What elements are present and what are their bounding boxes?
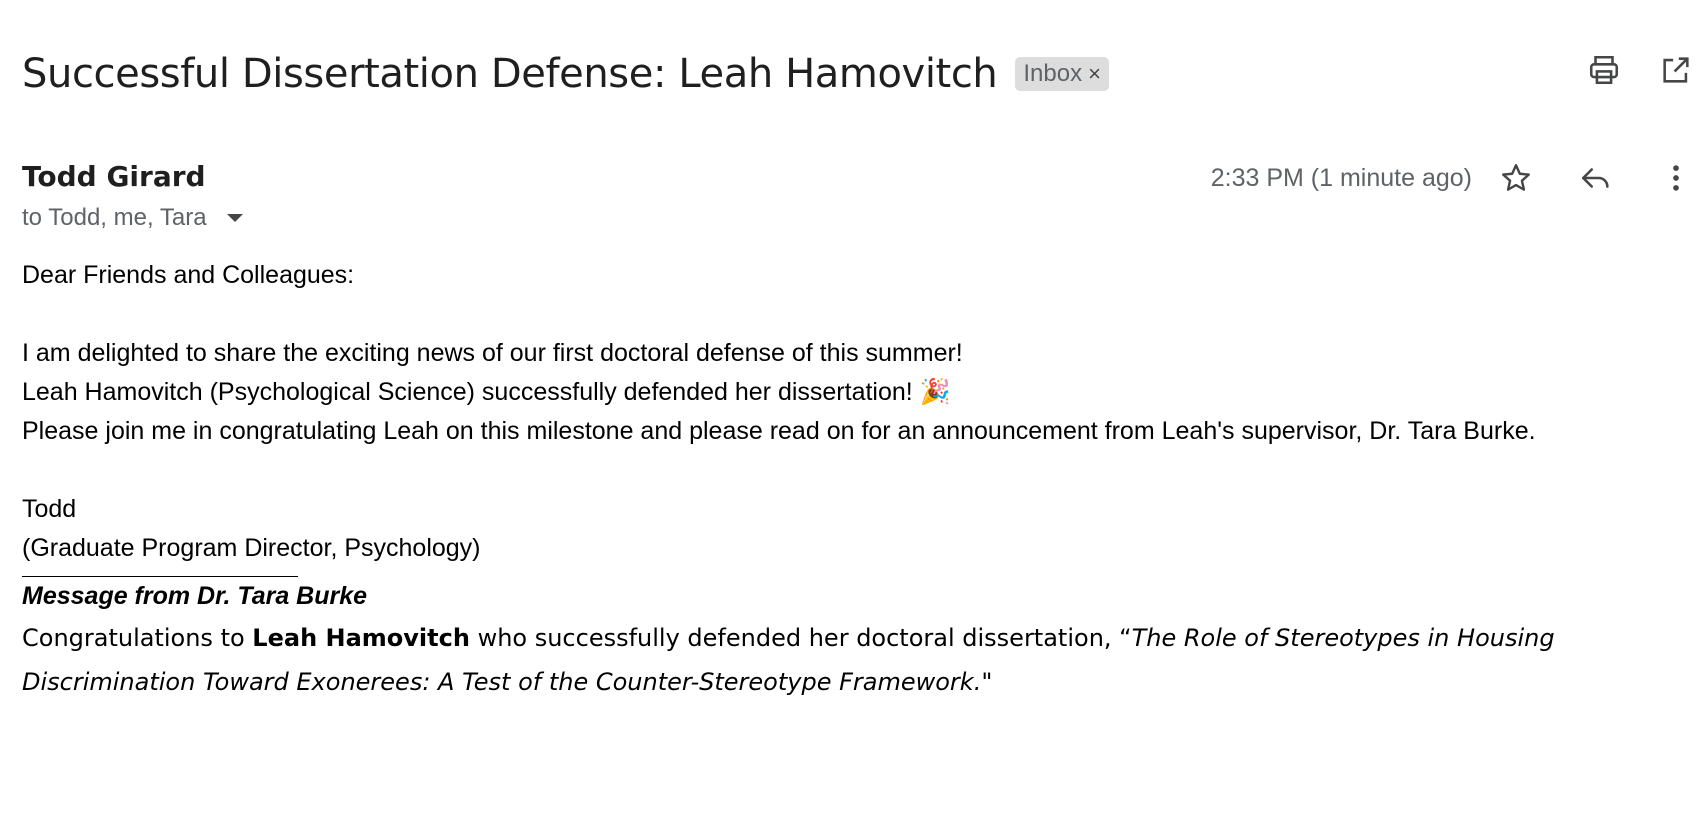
inbox-label-chip[interactable]: Inbox × [1015, 57, 1109, 91]
print-icon[interactable] [1586, 52, 1622, 88]
burke-mid: who successfully defended her doctoral d… [469, 624, 1132, 652]
burke-student-name: Leah Hamovitch [252, 624, 470, 652]
body-line-2-text: Leah Hamovitch (Psychological Science) s… [22, 378, 913, 406]
body-line-2: Leah Hamovitch (Psychological Science) s… [22, 373, 1692, 412]
show-details-chevron-down-icon[interactable] [226, 214, 243, 222]
greeting: Dear Friends and Colleagues: [22, 261, 355, 289]
burke-message: Congratulations to Leah Hamovitch who su… [22, 616, 1692, 704]
more-vertical-icon[interactable] [1658, 160, 1694, 196]
timestamp: 2:33 PM (1 minute ago) [1210, 163, 1472, 192]
reply-icon[interactable] [1578, 160, 1614, 196]
signoff-name: Todd [22, 495, 77, 523]
label-name: Inbox [1023, 60, 1083, 87]
body-line-3: Please join me in congratulating Leah on… [22, 417, 1536, 445]
email-body: Dear Friends and Colleagues: I am deligh… [22, 256, 1692, 704]
star-icon[interactable] [1498, 160, 1534, 196]
email-subject: Successful Dissertation Defense: Leah Ha… [22, 51, 998, 97]
burke-intro: Congratulations to [22, 624, 253, 652]
burke-end-quote: " [981, 668, 993, 696]
body-line-1: I am delighted to share the exciting new… [22, 339, 963, 367]
signoff-title: (Graduate Program Director, Psychology) [22, 534, 481, 562]
subject-row: Successful Dissertation Defense: Leah Ha… [22, 44, 1109, 104]
remove-label-icon[interactable]: × [1088, 61, 1101, 87]
open-in-new-window-icon[interactable] [1658, 52, 1694, 88]
thread-actions [1586, 52, 1694, 88]
message-meta: 2:33 PM (1 minute ago) [1211, 160, 1694, 196]
sender-name[interactable]: Todd Girard [22, 160, 206, 193]
party-popper-icon: 🎉 [919, 378, 951, 406]
recipients-line: to Todd, me, Tara [22, 204, 243, 232]
recipients-text: to Todd, me, Tara [22, 204, 207, 231]
burke-heading: Message from Dr. Tara Burke [22, 582, 368, 610]
